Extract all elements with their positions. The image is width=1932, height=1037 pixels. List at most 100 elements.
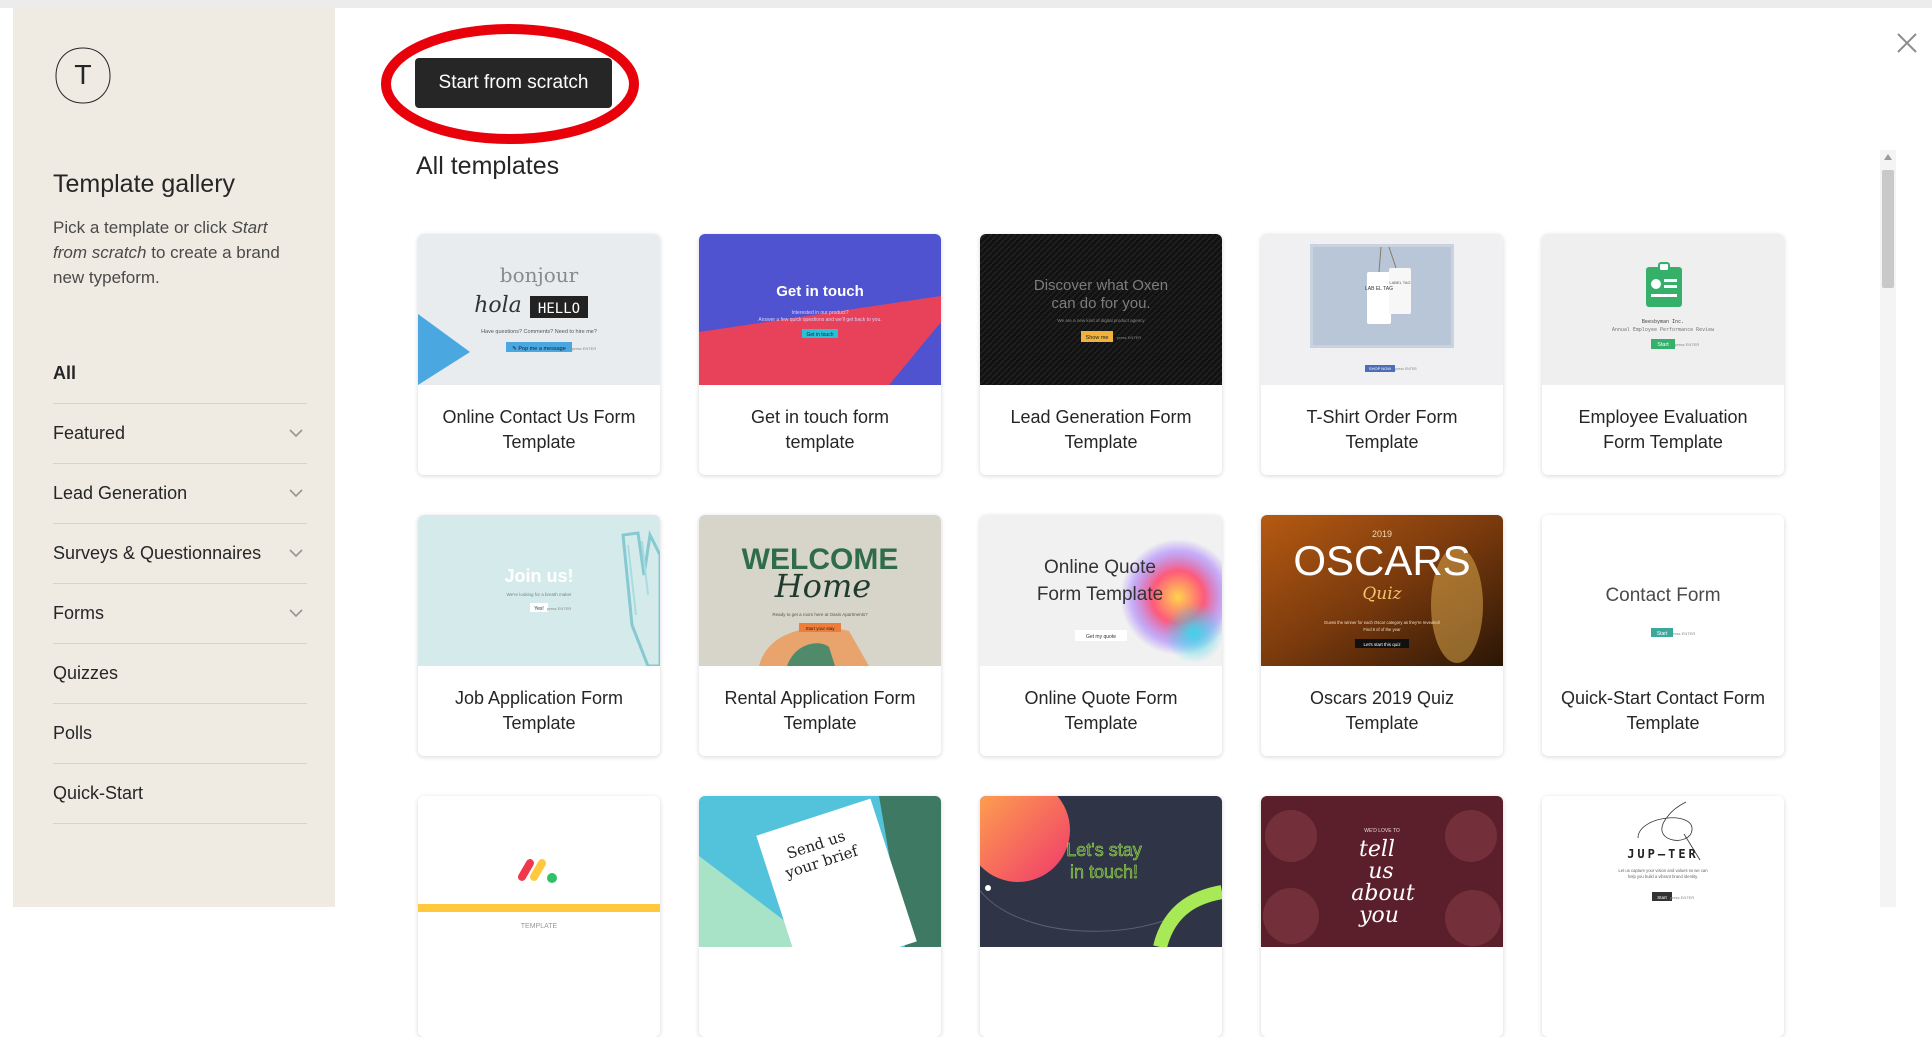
thumb-text: Online Quote [1044, 557, 1156, 578]
thumb-text: Start [1657, 631, 1668, 637]
thumb-text: Let's stay [1066, 840, 1141, 860]
thumb-text: in touch! [1070, 862, 1138, 882]
category-quick-start[interactable]: Quick-Start [53, 764, 307, 824]
template-card-lead-generation-form-template[interactable]: Discover what Oxen can do for you. We ar… [980, 234, 1222, 475]
template-card-template-15[interactable]: JUP—TER Let us capture your vision and v… [1542, 796, 1784, 1037]
template-grid: bonjour hola HELLO Have questions? Comme… [418, 234, 1788, 1037]
template-card-template-11[interactable]: TEMPLATE [418, 796, 660, 1037]
template-title: Quick-Start Contact Form Template [1560, 688, 1766, 733]
thumb-text: JUP—TER [1627, 847, 1699, 861]
gallery-title: Template gallery [53, 170, 236, 198]
scrollbar-thumb[interactable] [1882, 170, 1894, 288]
thumb-text: Home [774, 567, 871, 605]
template-thumbnail: Discover what Oxen can do for you. We ar… [980, 234, 1222, 385]
thumb-text: OSCARS [1293, 537, 1470, 584]
thumb-text: Guess the winner for each Oscar category… [1324, 620, 1440, 625]
category-polls[interactable]: Polls [53, 704, 307, 764]
thumb-text: Contact Form [1605, 585, 1720, 606]
thumb-text: Quiz [1362, 584, 1402, 604]
template-card-template-13[interactable]: Let's stay in touch! [980, 796, 1222, 1037]
category-label: Polls [53, 723, 93, 743]
thumb-text: Discover what Oxen [1034, 277, 1168, 294]
chevron-down-icon[interactable] [289, 426, 303, 440]
thumb-text: ✎ Pop me a message [512, 345, 566, 352]
template-title: Online Contact Us Form Template [442, 407, 636, 452]
thumb-text: Have questions? Comments? Need to hire m… [481, 329, 597, 335]
thumb-text: Start your stay [805, 626, 835, 631]
category-list: All Featured Lead Generation Surveys & Ques… [53, 344, 307, 824]
template-thumbnail: Online Quote Form Template Get my quote [980, 515, 1222, 666]
template-card-get-in-touch-form-template[interactable]: Get in touch Interested in our product? … [699, 234, 941, 475]
category-forms[interactable]: Forms [53, 584, 307, 644]
template-thumbnail: Get in touch Interested in our product? … [699, 234, 941, 385]
thumb-text: hola [474, 293, 522, 318]
typeform-logo: T [53, 46, 113, 106]
category-label: Quizzes [53, 663, 119, 683]
thumb-text: Get my quote [1086, 634, 1116, 640]
start-from-scratch-button[interactable]: Start from scratch [415, 58, 612, 108]
template-card-template-12[interactable]: Send us your brief [699, 796, 941, 1037]
chevron-down-icon[interactable] [289, 606, 303, 620]
thumb-text: Annual Employee Performance Review [1612, 327, 1715, 333]
thumb-text: help you build a vibrant brand identity. [1628, 874, 1698, 879]
template-title: Online Quote Form Template [1024, 688, 1178, 733]
template-title [699, 947, 941, 1037]
category-surveys-questionnaires[interactable]: Surveys & Questionnaires [53, 524, 307, 584]
thumb-text: bonjour [500, 263, 579, 287]
thumb-text: LAB EL TAG [1365, 286, 1393, 292]
thumb-text: Join us! [504, 566, 573, 586]
thumb-text: Let us capture your vision and values so… [1618, 868, 1708, 873]
template-title [980, 947, 1222, 1037]
thumb-text: press ENTER [1395, 367, 1417, 371]
template-thumbnail: Let's stay in touch! [980, 796, 1222, 947]
template-card-online-quote-form-template[interactable]: Online Quote Form Template Get my quote … [980, 515, 1222, 756]
top-border [0, 0, 1932, 8]
template-title [418, 947, 660, 1037]
category-label: Featured [53, 423, 126, 443]
template-title: Employee Evaluation Form Template [1578, 407, 1748, 452]
chevron-down-icon[interactable] [289, 486, 303, 500]
template-title: T-Shirt Order Form Template [1306, 407, 1458, 452]
thumb-text: Interested in our product? [792, 310, 849, 316]
thumb-text: Answer a few quick questions and we'll g… [758, 317, 881, 323]
template-thumbnail: Join us! We're looking for a breath make… [418, 515, 660, 666]
template-thumbnail: LAB EL TAG LABEL TAG SHOP NOW press ENTE… [1261, 234, 1503, 385]
template-title [1542, 947, 1784, 1037]
template-card-quick-start-contact-form-template[interactable]: Contact Form Start press ENTER Quick-Sta… [1542, 515, 1784, 756]
thumb-text: press ENTER [1675, 342, 1700, 347]
category-quizzes[interactable]: Quizzes [53, 644, 307, 704]
thumb-text: SHOP NOW [1369, 366, 1391, 371]
scroll-up-icon[interactable] [1884, 154, 1892, 160]
category-label: Quick-Start [53, 783, 144, 803]
template-card-job-application-form-template[interactable]: Join us! We're looking for a breath make… [418, 515, 660, 756]
template-thumbnail: bonjour hola HELLO Have questions? Comme… [418, 234, 660, 385]
thumb-text: Start [1657, 895, 1667, 900]
template-thumbnail: 2019 OSCARS Quiz Guess the winner for ea… [1261, 515, 1503, 666]
template-card-rental-application-form-template[interactable]: WELCOME Home Ready to get a room here at… [699, 515, 941, 756]
template-card-t-shirt-order-form-template[interactable]: LAB EL TAG LABEL TAG SHOP NOW press ENTE… [1261, 234, 1503, 475]
template-card-employee-evaluation-form-template[interactable]: Beesbyman Inc. Annual Employee Performan… [1542, 234, 1784, 475]
thumb-text: press ENTER [572, 346, 597, 351]
thumb-text: Let's start this quiz [1363, 642, 1401, 647]
category-label: All [53, 363, 77, 383]
category-label: Forms [53, 603, 104, 623]
thumb-text: Get in touch [776, 283, 864, 300]
category-featured[interactable]: Featured [53, 404, 307, 464]
thumb-text: press ENTER [547, 606, 572, 611]
category-lead-generation[interactable]: Lead Generation [53, 464, 307, 524]
category-all[interactable]: All [53, 344, 307, 404]
template-card-online-contact-us-form-template[interactable]: bonjour hola HELLO Have questions? Comme… [418, 234, 660, 475]
template-card-oscars-2019-quiz-template[interactable]: 2019 OSCARS Quiz Guess the winner for ea… [1261, 515, 1503, 756]
template-thumbnail: JUP—TER Let us capture your vision and v… [1542, 796, 1784, 947]
close-icon[interactable] [1896, 32, 1918, 54]
template-card-template-14[interactable]: WE'D LOVE TO tell us about you [1261, 796, 1503, 1037]
template-thumbnail: TEMPLATE [418, 796, 660, 947]
template-thumbnail: Beesbyman Inc. Annual Employee Performan… [1542, 234, 1784, 385]
chevron-down-icon[interactable] [289, 546, 303, 560]
thumb-text: Show me [1086, 335, 1109, 341]
thumb-text: Yes! [534, 606, 544, 612]
thumb-text: Ready to get a room here at Oasis Apartm… [772, 612, 868, 617]
template-title [1261, 947, 1503, 1037]
thumb-text: press ENTER [1670, 895, 1695, 900]
category-label: Surveys & Questionnaires [53, 543, 262, 563]
